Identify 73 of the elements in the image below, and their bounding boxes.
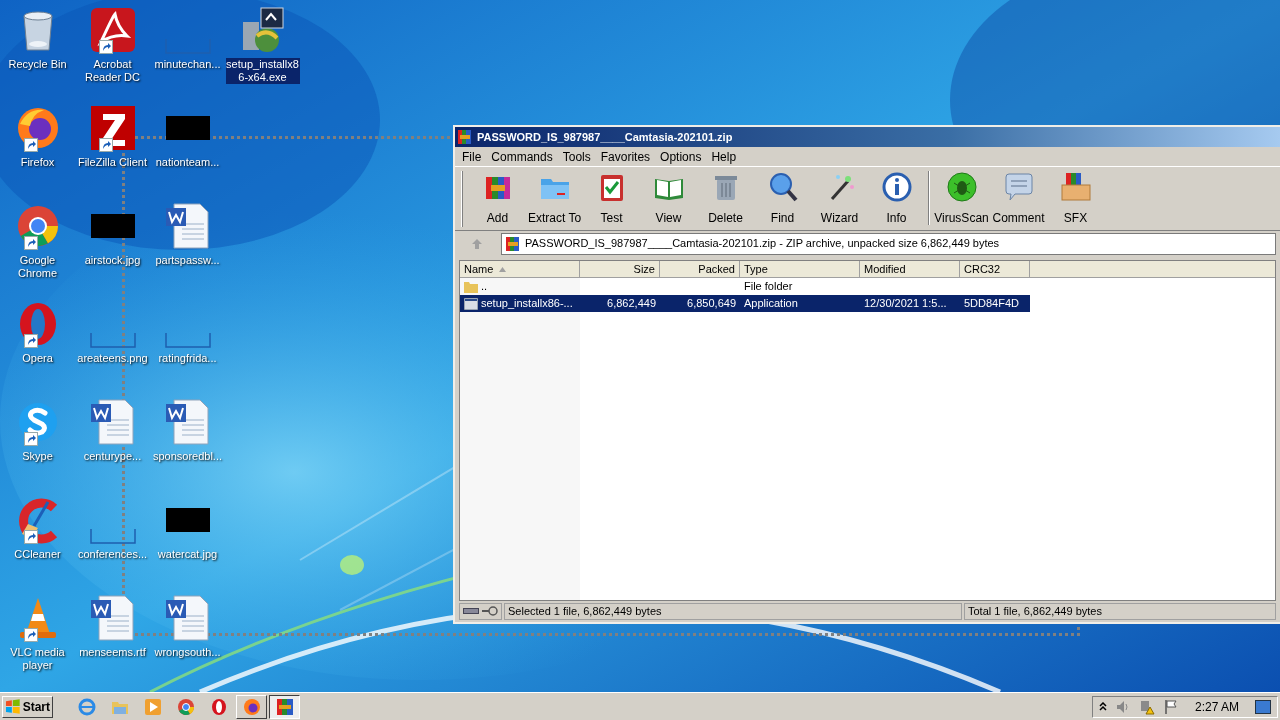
windows-logo-icon: [5, 698, 21, 715]
application-icon: [464, 297, 478, 310]
comment-icon: [1002, 171, 1035, 203]
start-button[interactable]: Start: [2, 695, 53, 718]
file-row[interactable]: .. File folder: [460, 278, 1030, 295]
toolbar-button[interactable]: Delete: [697, 171, 754, 227]
network-warning-icon[interactable]: [1138, 698, 1155, 715]
archive-icon: [457, 129, 473, 145]
ring-icon: [209, 697, 228, 716]
column-header[interactable]: CRC32: [960, 261, 1030, 278]
chevron-up-icon[interactable]: [1098, 701, 1107, 712]
address-text: PASSWORD_IS_987987____Camtasia-202101.zip - ZIP archive, unpacked size 6,862,449 bytes: [525, 236, 1000, 252]
package-icon: [1059, 171, 1092, 203]
table-cell-text: 6,862,449: [607, 296, 656, 312]
info-icon: [880, 171, 913, 203]
toolbar-button[interactable]: Wizard: [811, 171, 868, 227]
drive-icon: [463, 607, 479, 615]
column-header[interactable]: Packed: [660, 261, 740, 278]
desktop-icon-label[interactable]: Recycle Bin: [0, 58, 75, 71]
menu-item[interactable]: Commands: [486, 147, 558, 166]
desktop-icon-label[interactable]: setup_installx86-x64.exe: [225, 58, 300, 84]
archive-icon: [275, 697, 294, 716]
folder-icon: [464, 280, 478, 293]
play-icon: [143, 697, 162, 716]
toolbar-button[interactable]: Test: [583, 171, 640, 227]
browser-icon: [242, 697, 261, 716]
sort-arrow-icon: [499, 266, 507, 272]
status-text: Total 1 file, 6,862,449 bytes: [968, 603, 1102, 619]
desktop-icon-label[interactable]: Firefox: [0, 156, 75, 169]
toolbar-button[interactable]: View: [640, 171, 697, 227]
flag-icon[interactable]: [1162, 698, 1179, 715]
show-desktop-icon[interactable]: [1255, 699, 1271, 714]
table-cell-text: Application: [744, 296, 798, 312]
column-header[interactable]: Name: [460, 261, 580, 278]
table-cell-text: File folder: [744, 279, 793, 295]
window-title: PASSWORD_IS_987987____Camtasia-202101.zip: [477, 129, 733, 145]
toolbar-button[interactable]: Add: [469, 171, 526, 227]
toolbar-button[interactable]: SFX: [1047, 171, 1104, 227]
table-cell-text: ..: [481, 279, 488, 295]
toolbar-button[interactable]: Extract To: [526, 171, 583, 227]
desktop-icon-label[interactable]: nationteam...: [150, 156, 225, 169]
status-text: Selected 1 file, 6,862,449 bytes: [508, 603, 662, 619]
table-cell-text: setup_installx86-...: [481, 296, 573, 312]
toolbar-button[interactable]: Info: [868, 171, 925, 227]
file-row[interactable]: setup_installx86-... 6,862,449 6,850,649 Application 12/30/2021 1:5... 5DD84F4D: [460, 295, 1030, 312]
up-arrow-icon: [471, 237, 483, 250]
column-header[interactable]: Modified: [860, 261, 960, 278]
browser-icon: [77, 697, 96, 716]
desktop-icon-label[interactable]: Google Chrome: [0, 254, 75, 280]
taskbar-button[interactable]: [269, 694, 300, 719]
table-cell-text: 6,850,649: [687, 296, 736, 312]
address-field[interactable]: PASSWORD_IS_987987____Camtasia-202101.zip - ZIP archive, unpacked size 6,862,449 bytes: [501, 232, 1276, 255]
column-header[interactable]: Type: [740, 261, 860, 278]
menu-item[interactable]: Help: [706, 147, 742, 166]
table-cell-text: 5DD84F4D: [964, 296, 1020, 312]
menu-item[interactable]: Options: [655, 147, 707, 166]
desktop-icon-label[interactable]: FileZilla Client: [75, 156, 150, 169]
bug-icon: [945, 171, 978, 203]
toolbar-button[interactable]: VirusScan: [933, 171, 990, 227]
browser-icon: [176, 697, 195, 716]
column-header[interactable]: Size: [580, 261, 660, 278]
archive-icon: [505, 235, 521, 252]
menu-item[interactable]: Tools: [557, 147, 596, 166]
desktop-icon-label[interactable]: airstock.jpg: [75, 254, 150, 267]
desktop-icon-label[interactable]: partspassw...: [150, 254, 225, 267]
menu-item[interactable]: Favorites: [595, 147, 656, 166]
desktop-icon-label[interactable]: Acrobat Reader DC: [75, 58, 150, 84]
toolbar-button[interactable]: Comment: [990, 171, 1047, 227]
table-cell-text: 12/30/2021 1:5...: [864, 296, 947, 312]
menu-item[interactable]: File: [457, 147, 487, 166]
desktop-icon-label[interactable]: minutechan...: [150, 58, 225, 71]
toolbar-button[interactable]: Find: [754, 171, 811, 227]
key-icon: [482, 606, 498, 616]
